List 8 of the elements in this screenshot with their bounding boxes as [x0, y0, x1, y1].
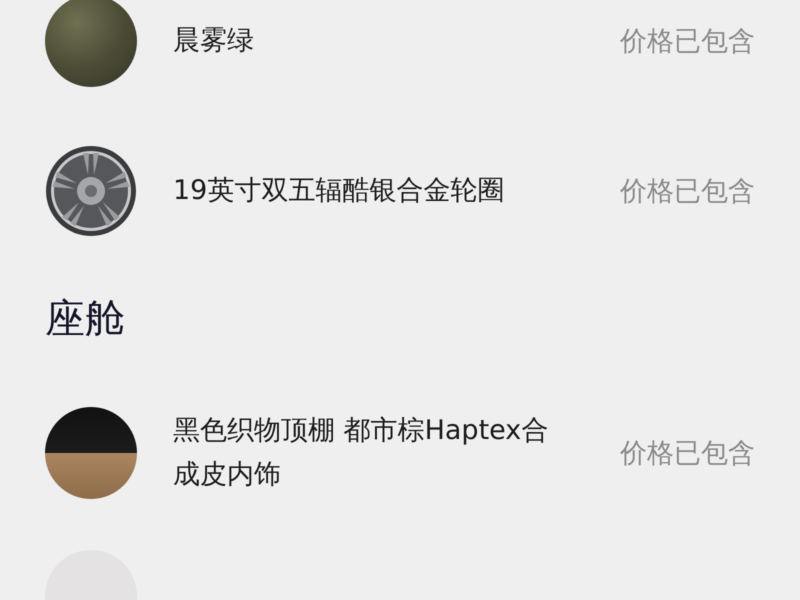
price-note: 价格已包含	[620, 175, 755, 209]
option-name: 19英寸双五辐酷银合金轮圈	[173, 174, 506, 208]
section-title: 座舱	[45, 295, 126, 343]
option-name: 晨雾绿	[173, 24, 255, 58]
wheel-icon[interactable]	[45, 145, 137, 237]
option-name: 黑色织物顶棚 都市棕Haptex合成皮内饰	[173, 414, 550, 492]
price-note: 价格已包含	[620, 25, 755, 59]
price-note: 价格已包含	[620, 437, 755, 471]
